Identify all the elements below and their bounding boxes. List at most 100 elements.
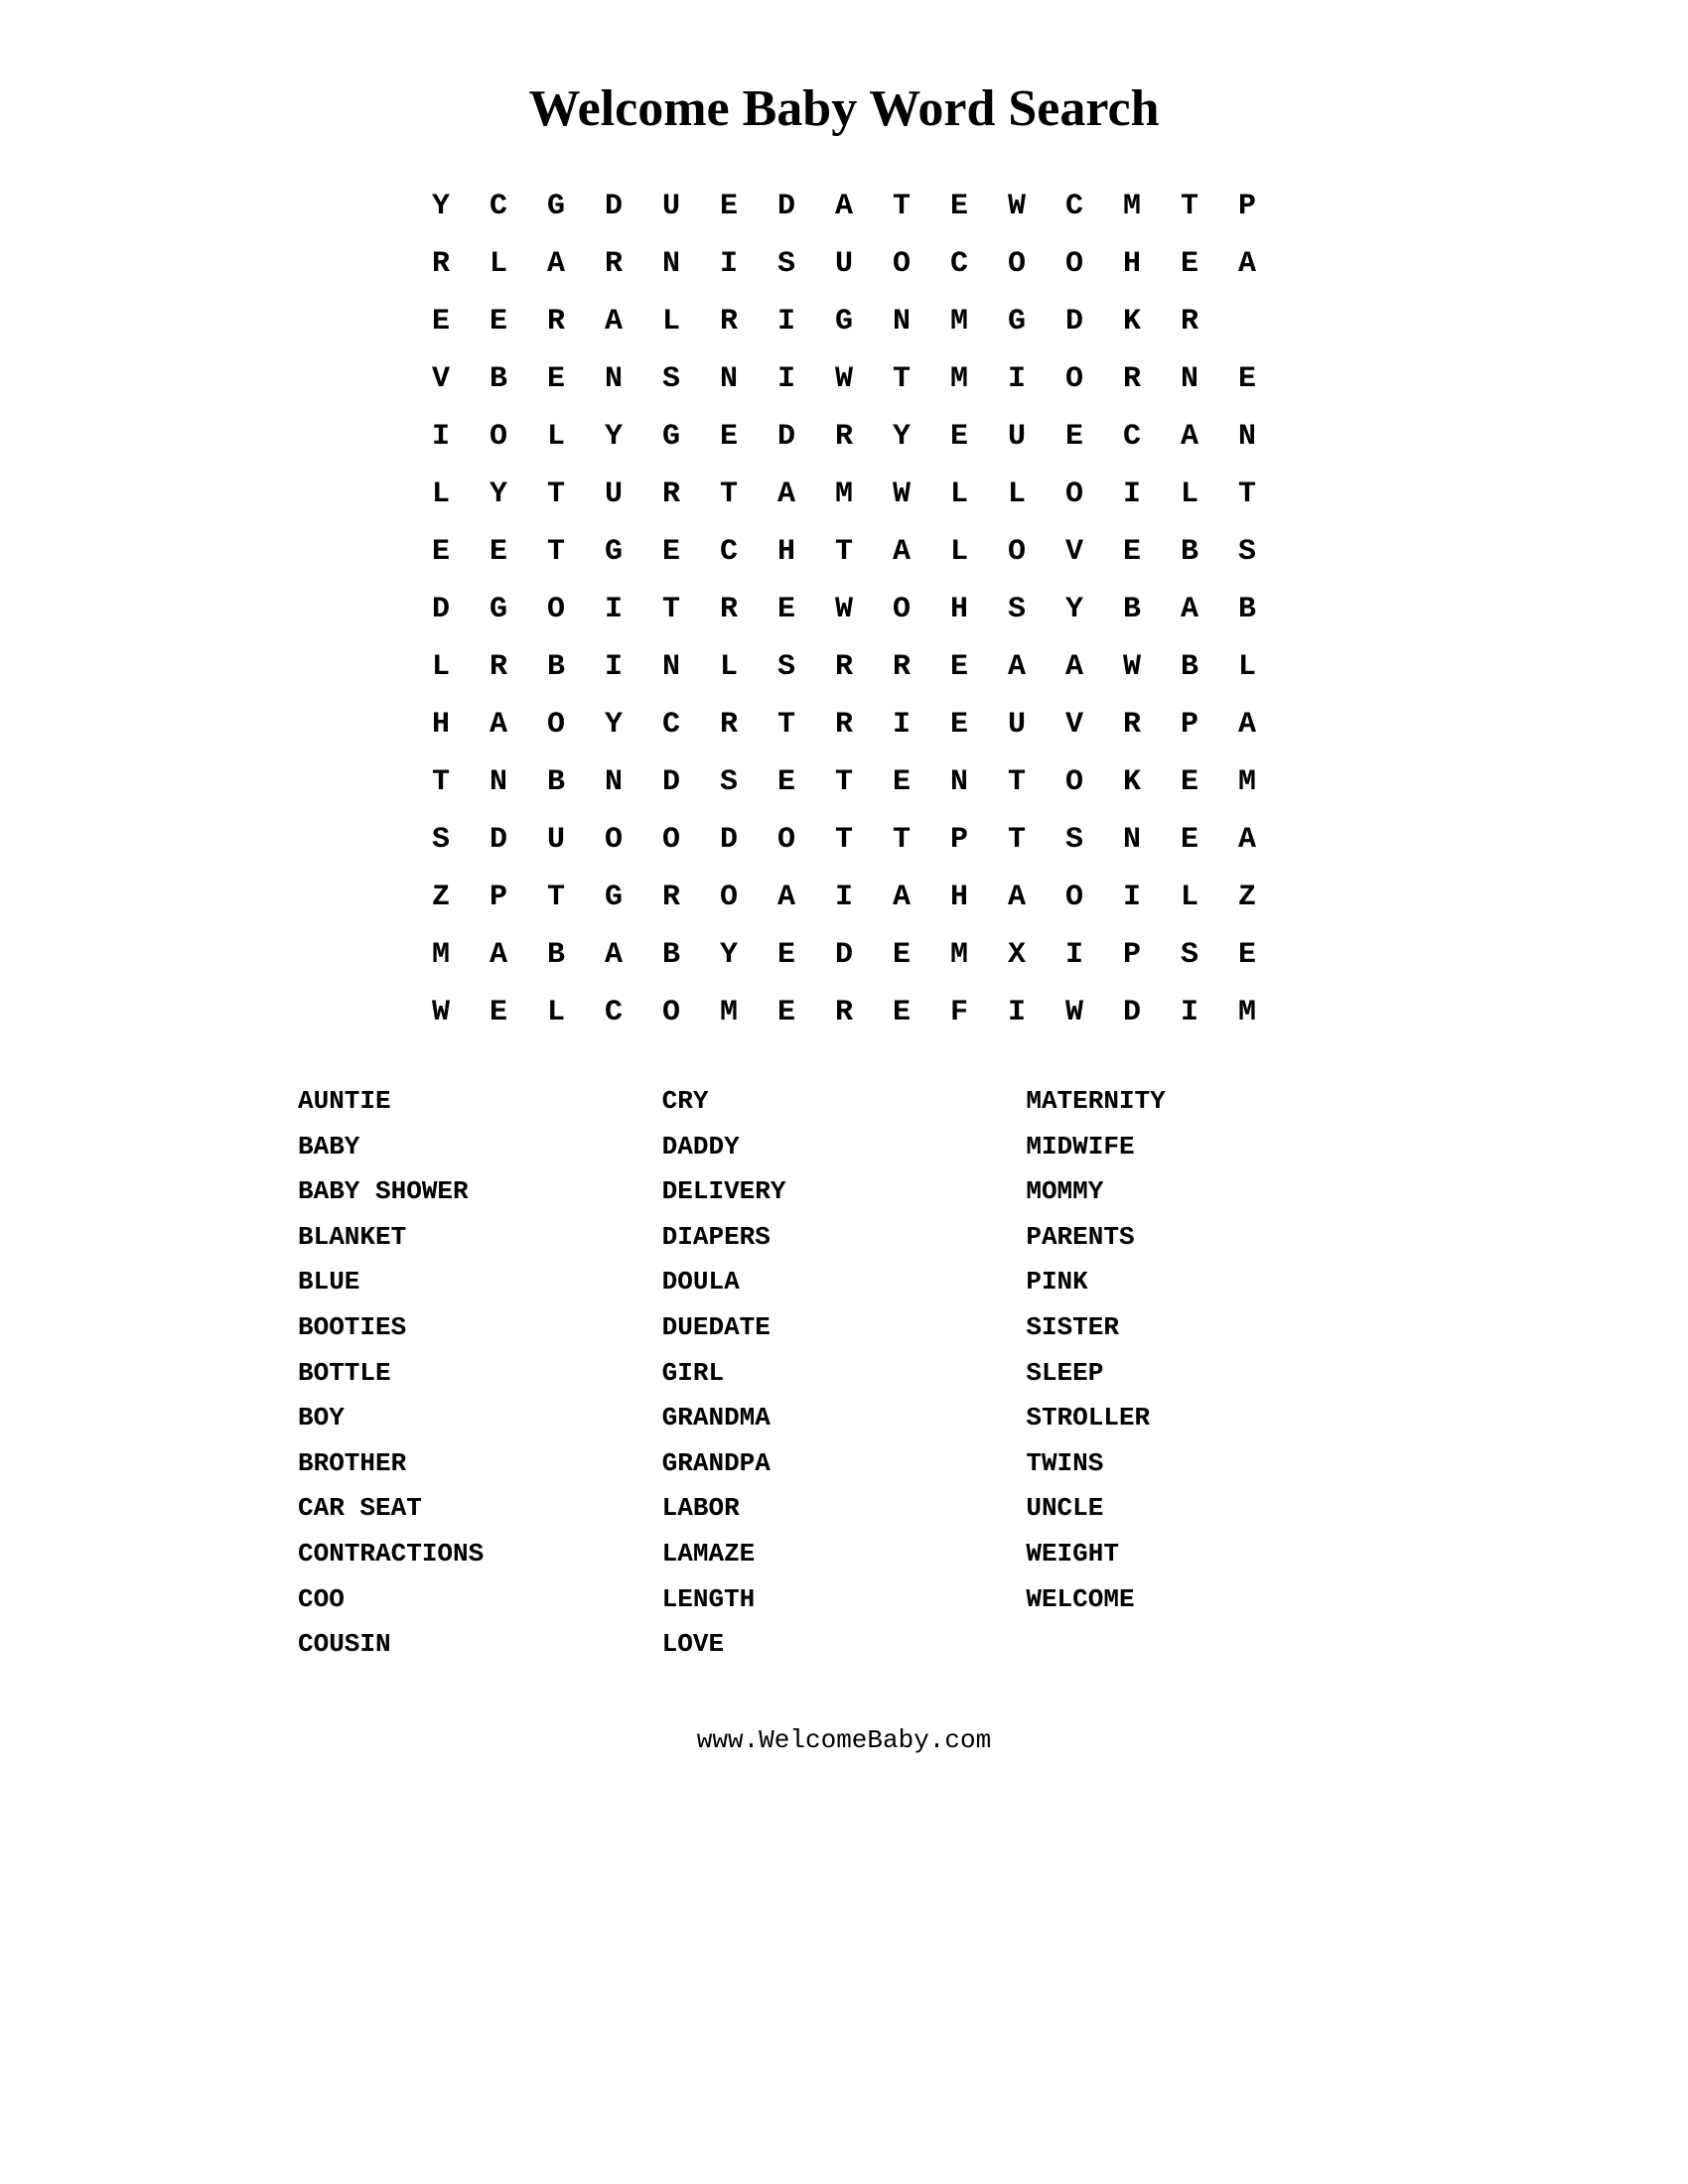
grid-cell: S [988, 581, 1046, 638]
grid-cell: V [1046, 696, 1103, 753]
grid-cell: I [1161, 984, 1218, 1041]
word-list-col1: AUNTIEBABYBABY SHOWERBLANKETBLUEBOOTIESB… [298, 1081, 662, 1666]
grid-cell: R [642, 466, 700, 523]
grid-cell: Y [1046, 581, 1103, 638]
grid-cell: B [527, 638, 585, 696]
grid-cell: R [873, 638, 930, 696]
grid-cell: N [1218, 408, 1276, 466]
grid-cell: A [470, 926, 527, 984]
grid-cell: R [1103, 350, 1161, 408]
grid-cell: T [758, 696, 815, 753]
grid-cell: T [873, 178, 930, 235]
grid-cell: O [527, 696, 585, 753]
grid-row: SDUOODOTTPTSNEA [412, 811, 1276, 869]
list-item: BABY SHOWER [298, 1171, 662, 1213]
grid-cell: A [1161, 581, 1218, 638]
grid-cell: B [1161, 638, 1218, 696]
grid-cell: L [527, 984, 585, 1041]
grid-cell: I [585, 581, 642, 638]
grid-cell: P [470, 869, 527, 926]
grid-cell: T [1161, 178, 1218, 235]
grid-cell: I [758, 293, 815, 350]
list-item: GRANDPA [662, 1443, 1027, 1485]
list-item: DELIVERY [662, 1171, 1027, 1213]
grid-cell: S [642, 350, 700, 408]
grid-cell: N [642, 235, 700, 293]
grid-cell: A [758, 869, 815, 926]
grid-cell: O [470, 408, 527, 466]
grid-cell: L [1161, 466, 1218, 523]
list-item: LABOR [662, 1488, 1027, 1530]
grid-cell: W [815, 581, 873, 638]
list-item: TWINS [1026, 1443, 1390, 1485]
grid-cell: D [470, 811, 527, 869]
grid-cell: G [585, 869, 642, 926]
grid-cell: A [470, 696, 527, 753]
grid-cell: T [527, 466, 585, 523]
grid-cell: Z [412, 869, 470, 926]
grid-cell: L [930, 466, 988, 523]
grid-cell: R [1161, 293, 1218, 350]
list-item: CRY [662, 1081, 1027, 1123]
list-item: SLEEP [1026, 1353, 1390, 1395]
grid-cell: G [585, 523, 642, 581]
grid-row: IOLYGEDRYEUECAN [412, 408, 1276, 466]
grid-cell: D [758, 408, 815, 466]
grid-cell: A [1218, 235, 1276, 293]
grid-cell: V [1046, 523, 1103, 581]
grid-cell: Y [700, 926, 758, 984]
grid-row: DGOITREWOHSYBAB [412, 581, 1276, 638]
grid-cell: E [470, 984, 527, 1041]
grid-cell: R [412, 235, 470, 293]
page-title: Welcome Baby Word Search [528, 79, 1159, 138]
grid-cell: O [873, 581, 930, 638]
grid-cell: N [585, 753, 642, 811]
grid-cell: N [470, 753, 527, 811]
list-item: SISTER [1026, 1307, 1390, 1349]
grid-row: EERALRIGNMGDKR [412, 293, 1276, 350]
grid-cell: T [988, 811, 1046, 869]
grid-cell: B [1161, 523, 1218, 581]
grid-cell: C [930, 235, 988, 293]
grid-cell: T [873, 811, 930, 869]
grid-cell: B [1103, 581, 1161, 638]
grid-cell: W [988, 178, 1046, 235]
grid-cell: T [642, 581, 700, 638]
grid-cell: B [527, 926, 585, 984]
grid-cell: N [585, 350, 642, 408]
grid-cell: T [1218, 466, 1276, 523]
grid-cell: T [527, 869, 585, 926]
grid-cell: E [1161, 753, 1218, 811]
grid-cell: D [642, 753, 700, 811]
grid-cell: E [873, 926, 930, 984]
grid-cell: E [1218, 350, 1276, 408]
list-item: DOULA [662, 1262, 1027, 1303]
grid-cell: B [527, 753, 585, 811]
grid-cell: F [930, 984, 988, 1041]
grid-cell: C [1046, 178, 1103, 235]
grid-cell: E [758, 926, 815, 984]
grid-row: VBENSNIWTMIORNE [412, 350, 1276, 408]
list-item: COO [298, 1579, 662, 1621]
list-item: BLANKET [298, 1217, 662, 1259]
grid-cell: O [1046, 235, 1103, 293]
grid-cell: L [527, 408, 585, 466]
grid-cell: U [988, 408, 1046, 466]
grid-row: RLARNISUOCOOHEA [412, 235, 1276, 293]
grid-cell: E [930, 408, 988, 466]
grid-cell: S [412, 811, 470, 869]
grid-cell: O [873, 235, 930, 293]
grid-cell: W [815, 350, 873, 408]
grid-cell: S [1161, 926, 1218, 984]
grid-cell: I [1103, 466, 1161, 523]
grid-cell: O [988, 523, 1046, 581]
grid-cell: O [1046, 869, 1103, 926]
grid-cell: A [988, 869, 1046, 926]
grid-cell: C [470, 178, 527, 235]
grid-cell: N [1161, 350, 1218, 408]
list-item: LAMAZE [662, 1534, 1027, 1575]
grid-cell: W [1103, 638, 1161, 696]
grid-cell: I [412, 408, 470, 466]
grid-cell: U [527, 811, 585, 869]
grid-cell: P [1103, 926, 1161, 984]
